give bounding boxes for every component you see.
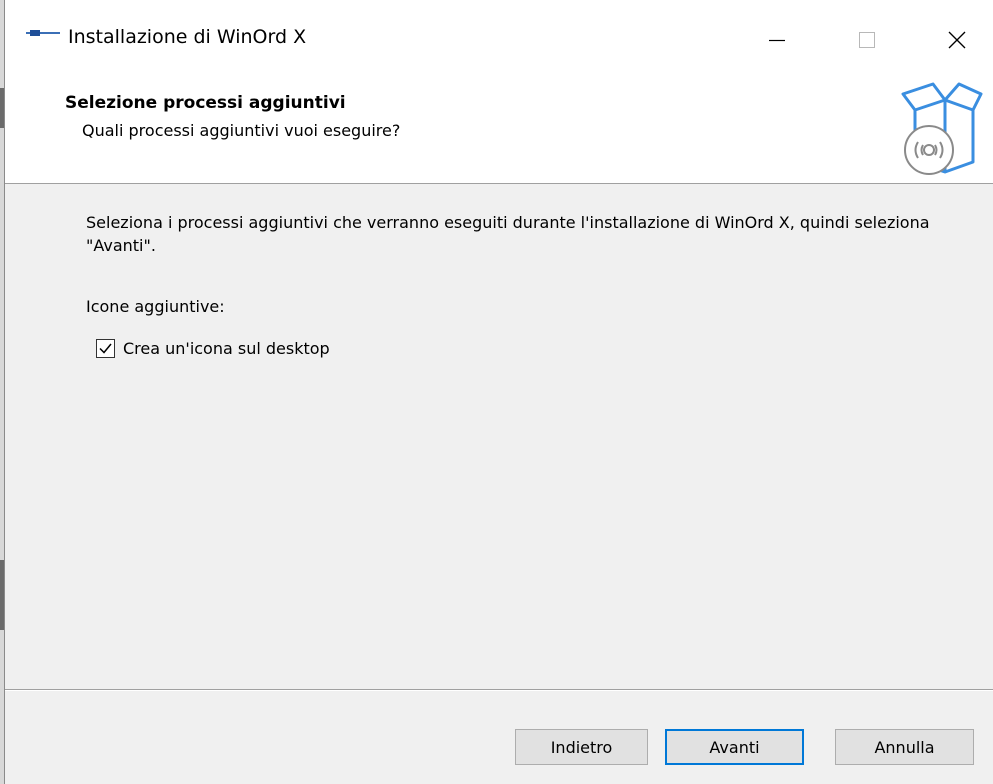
title-bar[interactable]: Installazione di WinOrd X [5,0,993,80]
checkbox[interactable] [96,339,115,358]
window-title: Installazione di WinOrd X [68,26,307,48]
minimize-icon [769,39,785,42]
wizard-footer: Indietro Avanti Annulla [5,691,993,784]
group-label: Icone aggiuntive: [86,297,225,316]
close-button[interactable] [922,0,992,80]
back-button[interactable]: Indietro [515,729,648,765]
cancel-button[interactable]: Annulla [835,729,974,765]
task-checkbox-desktop-icon[interactable]: Crea un'icona sul desktop [96,339,330,358]
checkbox-label: Crea un'icona sul desktop [123,339,330,358]
page-subtitle: Quali processi aggiuntivi vuoi eseguire? [82,121,401,140]
description-text: Seleziona i processi aggiuntivi che verr… [86,213,930,255]
next-button[interactable]: Avanti [665,729,804,765]
checkmark-icon [99,343,112,354]
installer-window: Installazione di WinOrd X Selezione proc… [0,0,993,784]
maximize-button[interactable] [832,0,902,80]
close-icon [948,31,966,49]
minimize-button[interactable] [742,0,812,80]
page-title: Selezione processi aggiuntivi [65,93,346,113]
setup-box-icon [901,82,983,175]
app-icon [26,30,60,36]
wizard-body: Seleziona i processi aggiuntivi che verr… [5,184,993,689]
wizard-header: Selezione processi aggiuntivi Quali proc… [5,80,993,184]
maximize-icon [859,32,875,48]
